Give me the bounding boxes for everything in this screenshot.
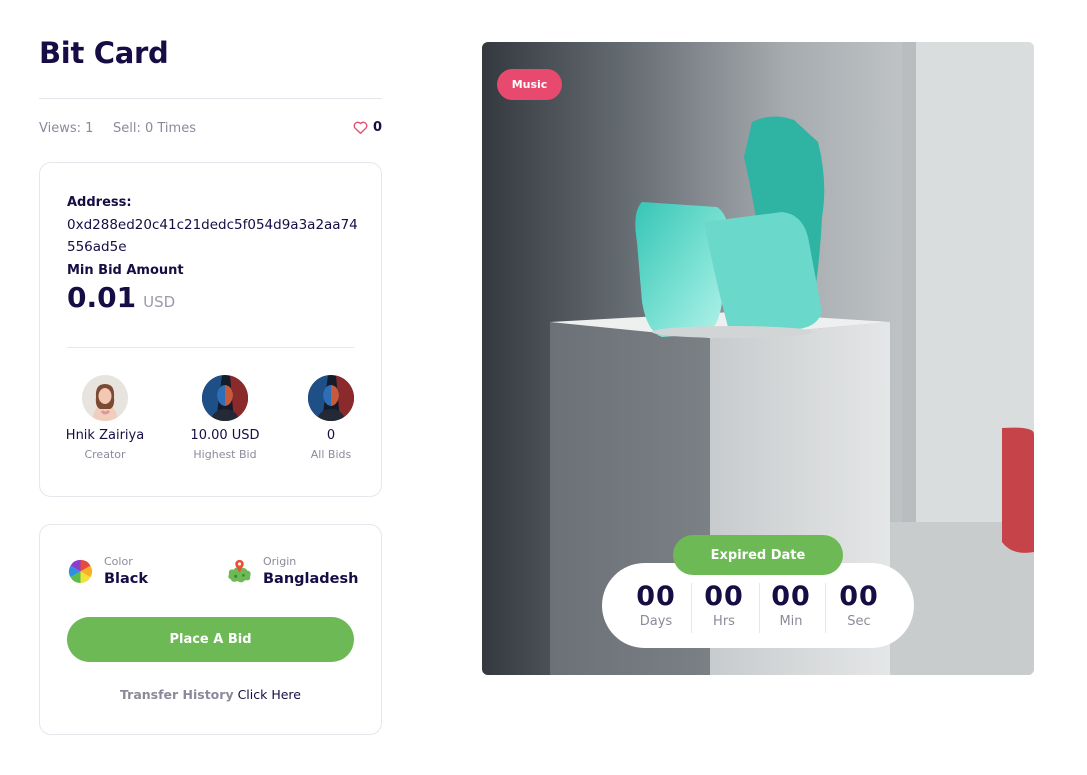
bidder-avatar[interactable]	[308, 375, 354, 421]
expired-date-badge: Expired Date	[673, 535, 843, 575]
creator-avatar[interactable]	[82, 375, 128, 421]
divider	[67, 347, 354, 348]
sell-count: Sell: 0 Times	[113, 121, 196, 136]
highest-bid-value: 10.00 USD	[190, 428, 260, 443]
countdown-minutes-unit: Min	[779, 614, 803, 629]
countdown-hours: 00 Hrs	[690, 581, 758, 630]
origin-value: Bangladesh	[263, 571, 359, 587]
origin-attribute: Origin Bangladesh	[226, 555, 358, 587]
place-bid-button[interactable]: Place A Bid	[67, 617, 354, 662]
all-bids-value: 0	[326, 428, 336, 443]
category-tag[interactable]: Music	[497, 69, 562, 100]
action-card: Color Black Origin Bangladesh Place A Bi…	[39, 524, 382, 735]
min-bid-label: Min Bid Amount	[67, 263, 184, 278]
transfer-history: Transfer History Click Here	[40, 687, 381, 702]
countdown-seconds-value: 00	[839, 581, 879, 612]
countdown-minutes-value: 00	[771, 581, 811, 612]
countdown-days-value: 00	[636, 581, 676, 612]
transfer-history-link[interactable]: Click Here	[238, 687, 301, 702]
details-card: Address: 0xd288ed20c41c21dedc5f054d9a3a2…	[39, 162, 382, 497]
origin-label: Origin	[263, 555, 297, 568]
highest-bidder-avatar[interactable]	[202, 375, 248, 421]
highest-bid-caption: Highest Bid	[193, 448, 257, 461]
min-bid-amount: 0.01	[67, 281, 137, 314]
stats-bar: Views: 1 Sell: 0 Times 0	[39, 120, 382, 138]
countdown-hours-unit: Hrs	[713, 614, 735, 629]
heart-icon	[353, 121, 368, 134]
color-attribute: Color Black	[67, 555, 148, 587]
countdown-minutes: 00 Min	[757, 581, 825, 630]
map-pin-icon	[228, 559, 251, 582]
transfer-history-label: Transfer History	[120, 687, 234, 702]
color-label: Color	[104, 555, 133, 568]
highest-bid: 10.00 USD Highest Bid	[170, 375, 280, 461]
address-value: 0xd288ed20c41c21dedc5f054d9a3a2aa74556ad…	[67, 217, 358, 255]
all-bids-caption: All Bids	[310, 448, 352, 461]
all-bids: 0 All Bids	[276, 375, 386, 461]
countdown-seconds: 00 Sec	[825, 581, 893, 630]
color-value: Black	[104, 571, 149, 587]
page-title: Bit Card	[39, 36, 169, 70]
countdown-hours-value: 00	[704, 581, 744, 612]
views-count: Views: 1	[39, 121, 94, 136]
min-bid: 0.01 USD	[67, 281, 175, 314]
like-button[interactable]: 0	[353, 120, 382, 135]
countdown-seconds-unit: Sec	[847, 614, 871, 629]
color-wheel-icon	[68, 559, 93, 583]
divider	[39, 98, 382, 99]
creator[interactable]: Hnik Zairiya Creator	[50, 375, 160, 461]
address-label: Address:	[67, 195, 132, 210]
creator-name: Hnik Zairiya	[65, 428, 145, 443]
countdown-days: 00 Days	[622, 581, 690, 630]
min-bid-currency: USD	[143, 293, 176, 311]
creator-caption: Creator	[84, 448, 126, 461]
like-count: 0	[372, 120, 382, 135]
countdown-timer: 00 Days 00 Hrs 00 Min 00 Sec	[602, 563, 914, 648]
countdown-days-unit: Days	[639, 614, 673, 629]
